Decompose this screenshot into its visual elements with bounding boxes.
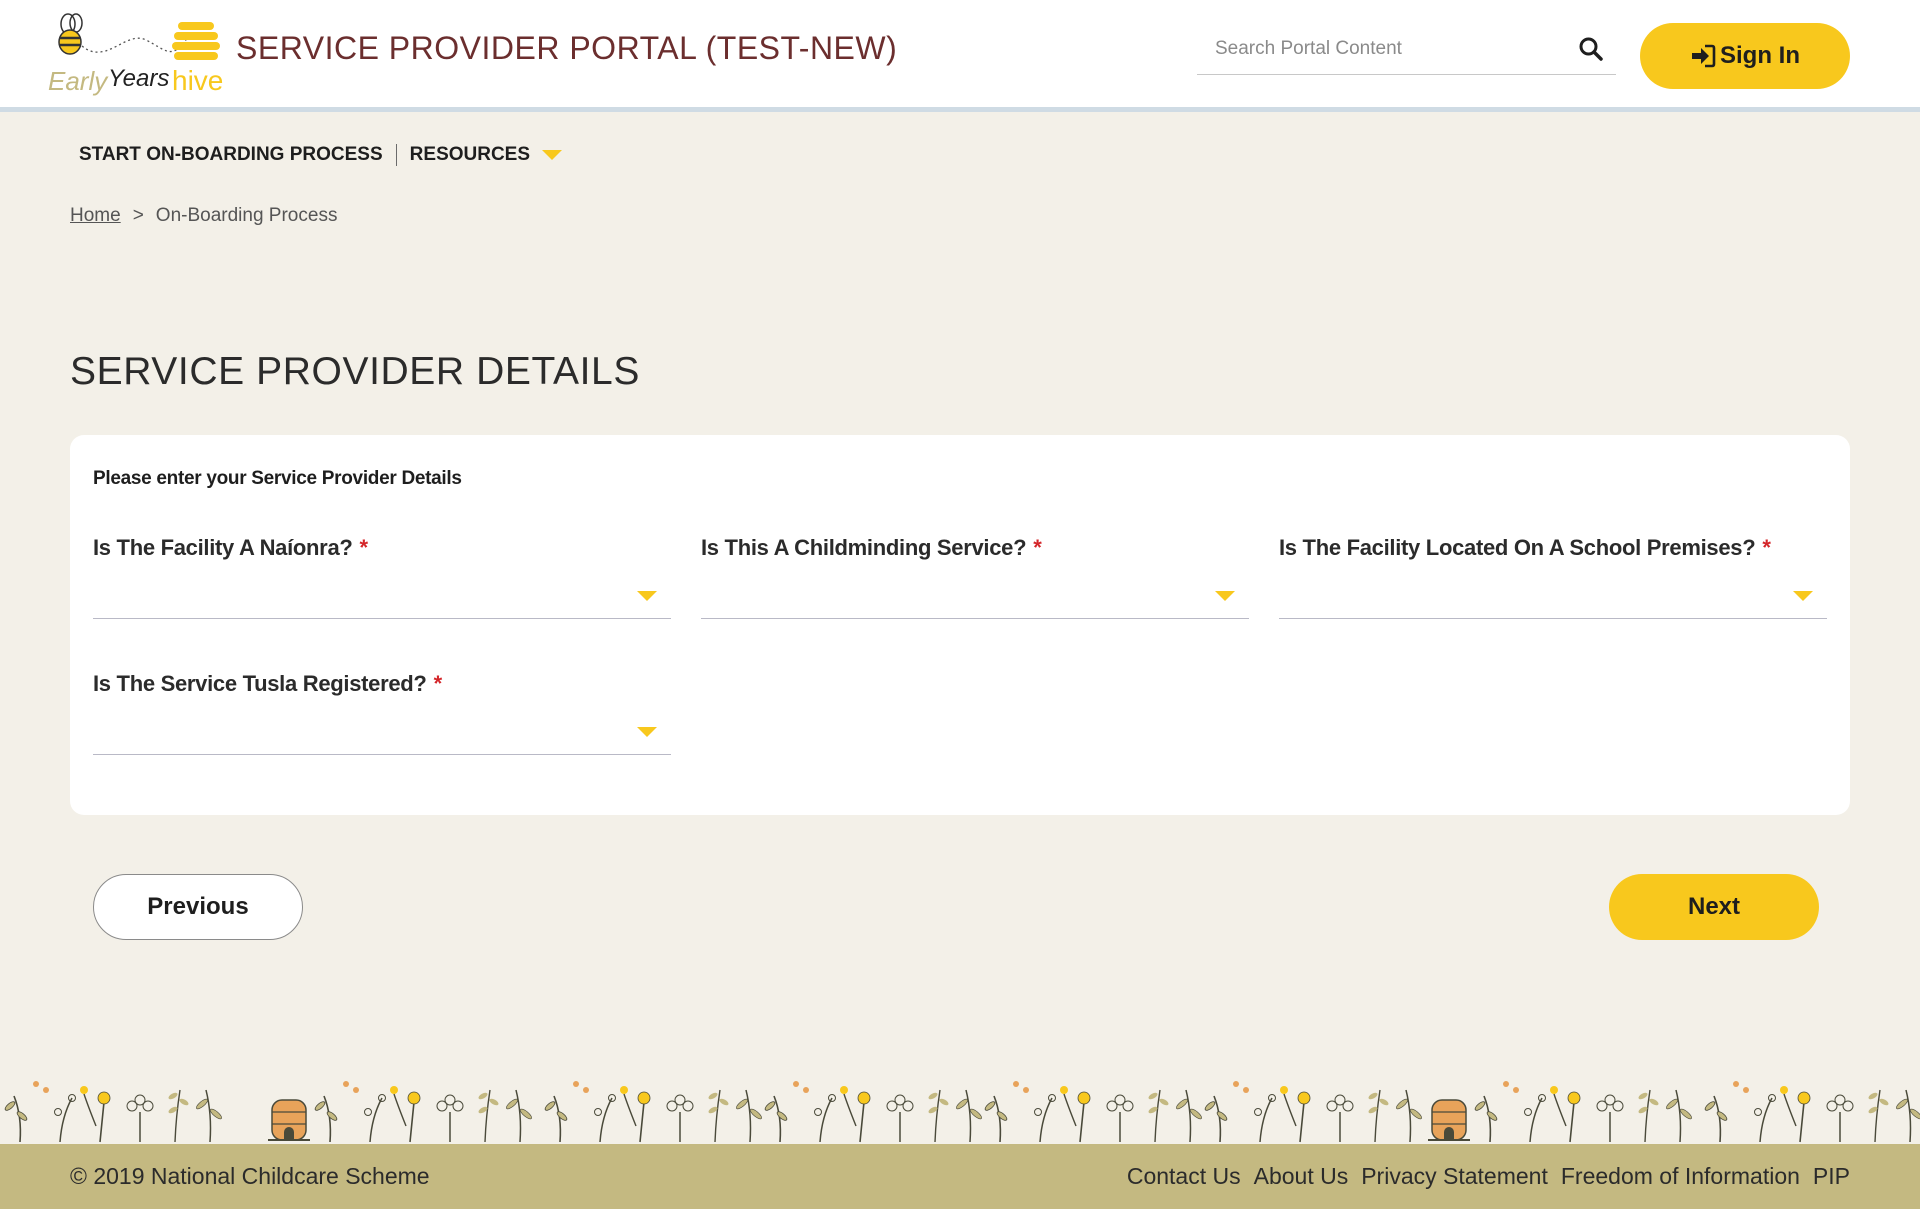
field-label-text: Is This A Childminding Service? xyxy=(701,535,1027,560)
footer-link-about-us[interactable]: About Us xyxy=(1254,1163,1349,1190)
svg-text:Years: Years xyxy=(108,65,169,92)
chevron-down-icon xyxy=(637,591,657,601)
site-footer: © 2019 National Childcare Scheme Contact… xyxy=(0,1144,1920,1209)
breadcrumb-home-link[interactable]: Home xyxy=(70,205,121,227)
field-school-premises: Is The Facility Located On A School Prem… xyxy=(1279,535,1827,619)
field-label: Is This A Childminding Service? * xyxy=(701,535,1249,561)
copyright-text: © 2019 National Childcare Scheme xyxy=(70,1163,430,1189)
sign-in-icon xyxy=(1692,44,1716,68)
breadcrumb: Home > On-Boarding Process xyxy=(70,205,337,227)
next-button[interactable]: Next xyxy=(1609,874,1819,940)
footer-link-contact-us[interactable]: Contact Us xyxy=(1127,1163,1241,1190)
footer-link-privacy-statement[interactable]: Privacy Statement xyxy=(1361,1163,1548,1190)
site-header: Early Years hive SERVICE PROVIDER PORTAL… xyxy=(0,0,1920,112)
naionra-select[interactable] xyxy=(93,575,671,619)
previous-button[interactable]: Previous xyxy=(93,874,303,940)
service-provider-form-card: Please enter your Service Provider Detai… xyxy=(70,435,1850,815)
search-bar xyxy=(1197,24,1616,75)
main-nav: START ON-BOARDING PROCESS RESOURCES xyxy=(79,140,563,170)
field-label-text: Is The Facility Located On A School Prem… xyxy=(1279,535,1756,560)
chevron-down-icon xyxy=(542,149,563,160)
page-title: SERVICE PROVIDER DETAILS xyxy=(70,350,640,393)
school-premises-select[interactable] xyxy=(1279,575,1827,619)
svg-text:Early: Early xyxy=(48,66,109,96)
footer-link-freedom-of-information[interactable]: Freedom of Information xyxy=(1561,1163,1800,1190)
footer-link-pip[interactable]: PIP xyxy=(1813,1163,1850,1190)
field-label: Is The Service Tusla Registered? * xyxy=(93,671,671,697)
floral-pattern-icon xyxy=(2,1080,1920,1143)
nav-divider xyxy=(395,144,397,166)
required-marker: * xyxy=(1762,535,1771,560)
field-label: Is The Facility A Naíonra? * xyxy=(93,535,671,561)
field-tusla-registered: Is The Service Tusla Registered? * xyxy=(93,671,671,755)
portal-title[interactable]: SERVICE PROVIDER PORTAL (TEST-NEW) xyxy=(236,30,897,67)
floral-decoration xyxy=(0,1076,1920,1144)
chevron-down-icon xyxy=(1215,591,1235,601)
required-marker: * xyxy=(359,535,369,560)
breadcrumb-current: On-Boarding Process xyxy=(155,205,338,226)
nav-item-start-onboarding[interactable]: START ON-BOARDING PROCESS xyxy=(79,144,383,166)
required-marker: * xyxy=(1033,535,1042,560)
tusla-registered-select[interactable] xyxy=(93,711,671,755)
search-input[interactable] xyxy=(1197,24,1557,74)
footer-links: Contact Us About Us Privacy Statement Fr… xyxy=(1127,1163,1850,1190)
field-naionra: Is The Facility A Naíonra? * xyxy=(93,535,671,619)
bee-logo-icon: Early Years hive xyxy=(48,13,223,96)
field-label-text: Is The Facility A Naíonra? xyxy=(93,535,353,560)
field-childminding: Is This A Childminding Service? * xyxy=(701,535,1249,619)
sign-in-label: Sign In xyxy=(1720,42,1800,69)
field-label-text: Is The Service Tusla Registered? xyxy=(93,671,427,696)
breadcrumb-separator: > xyxy=(132,205,144,226)
early-years-hive-logo[interactable]: Early Years hive xyxy=(46,10,236,102)
svg-text:hive: hive xyxy=(172,65,223,96)
form-instruction: Please enter your Service Provider Detai… xyxy=(93,468,462,489)
chevron-down-icon xyxy=(637,727,657,737)
nav-item-resources-label: RESOURCES xyxy=(409,144,531,165)
field-label: Is The Facility Located On A School Prem… xyxy=(1279,535,1827,561)
chevron-down-icon xyxy=(1793,591,1813,601)
nav-item-resources[interactable]: RESOURCES xyxy=(409,144,563,166)
sign-in-button[interactable]: Sign In xyxy=(1640,23,1850,89)
childminding-select[interactable] xyxy=(701,575,1249,619)
required-marker: * xyxy=(433,671,443,696)
